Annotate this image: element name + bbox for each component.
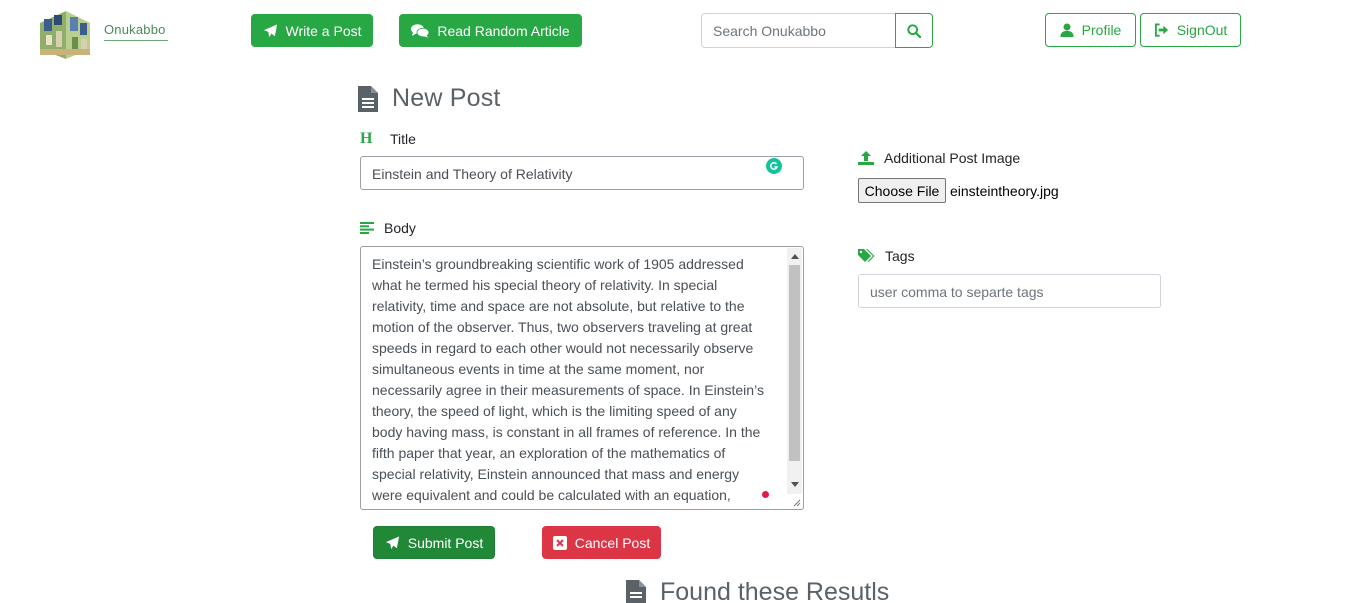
resize-grip-icon[interactable]	[793, 499, 801, 507]
write-post-button[interactable]: Write a Post	[251, 14, 373, 47]
page-title: New Post	[392, 84, 501, 112]
grammarly-icon[interactable]	[766, 158, 782, 174]
upload-icon	[858, 151, 874, 165]
tags-label: Tags	[858, 248, 915, 264]
write-post-label: Write a Post	[285, 22, 362, 39]
brand-underline	[104, 40, 168, 41]
search-button[interactable]	[895, 13, 933, 48]
paper-plane-icon	[385, 535, 399, 549]
body-textarea[interactable]: Einstein’s groundbreaking scientific wor…	[360, 246, 804, 510]
file-document-icon	[358, 85, 378, 112]
signout-button[interactable]: SignOut	[1140, 13, 1241, 47]
body-label: Body	[360, 220, 416, 236]
close-box-icon	[552, 535, 567, 550]
submit-post-label: Submit Post	[407, 534, 484, 551]
title-label-text: Title	[390, 131, 416, 147]
file-document-icon	[626, 579, 646, 603]
signout-label: SignOut	[1176, 22, 1228, 38]
title-input[interactable]: Einstein and Theory of Relativity	[360, 156, 804, 190]
paper-plane-icon	[263, 23, 277, 37]
align-left-icon	[360, 222, 374, 234]
body-scrollbar[interactable]	[787, 248, 802, 494]
scroll-down-arrow[interactable]	[791, 482, 799, 487]
choose-file-button[interactable]: Choose File	[858, 178, 946, 203]
tags-icon	[858, 249, 875, 262]
title-label: H Title	[360, 130, 416, 148]
spellcheck-indicator-icon	[762, 491, 769, 498]
brand-logo[interactable]: Onukabbo	[36, 8, 176, 64]
submit-post-button[interactable]: Submit Post	[373, 526, 495, 559]
image-label-text: Additional Post Image	[884, 150, 1021, 166]
scroll-thumb[interactable]	[789, 265, 800, 461]
page-heading: New Post	[358, 84, 501, 113]
profile-button[interactable]: Profile	[1045, 13, 1136, 47]
results-title: Found these Resutls	[660, 578, 890, 603]
results-heading: Found these Resutls	[626, 578, 889, 603]
cancel-post-label: Cancel Post	[574, 534, 651, 551]
search-input[interactable]	[701, 13, 896, 48]
logo-icon	[40, 11, 90, 59]
image-label: Additional Post Image	[858, 150, 1020, 166]
tags-input[interactable]	[858, 274, 1161, 308]
read-random-label: Read Random Article	[437, 22, 570, 39]
heading-icon: H	[360, 130, 373, 147]
brand-name: Onukabbo	[104, 21, 166, 37]
comments-icon	[411, 23, 430, 38]
selected-file-name: einsteintheory.jpg	[950, 183, 1059, 199]
tags-label-text: Tags	[885, 248, 915, 264]
search-icon	[907, 23, 921, 38]
user-icon	[1060, 23, 1074, 37]
scroll-up-arrow[interactable]	[791, 254, 799, 259]
cancel-post-button[interactable]: Cancel Post	[542, 526, 661, 559]
sign-out-icon	[1154, 23, 1168, 37]
profile-label: Profile	[1081, 22, 1122, 38]
body-label-text: Body	[384, 220, 416, 236]
read-random-article-button[interactable]: Read Random Article	[399, 14, 582, 47]
body-text[interactable]: Einstein’s groundbreaking scientific wor…	[372, 254, 782, 506]
